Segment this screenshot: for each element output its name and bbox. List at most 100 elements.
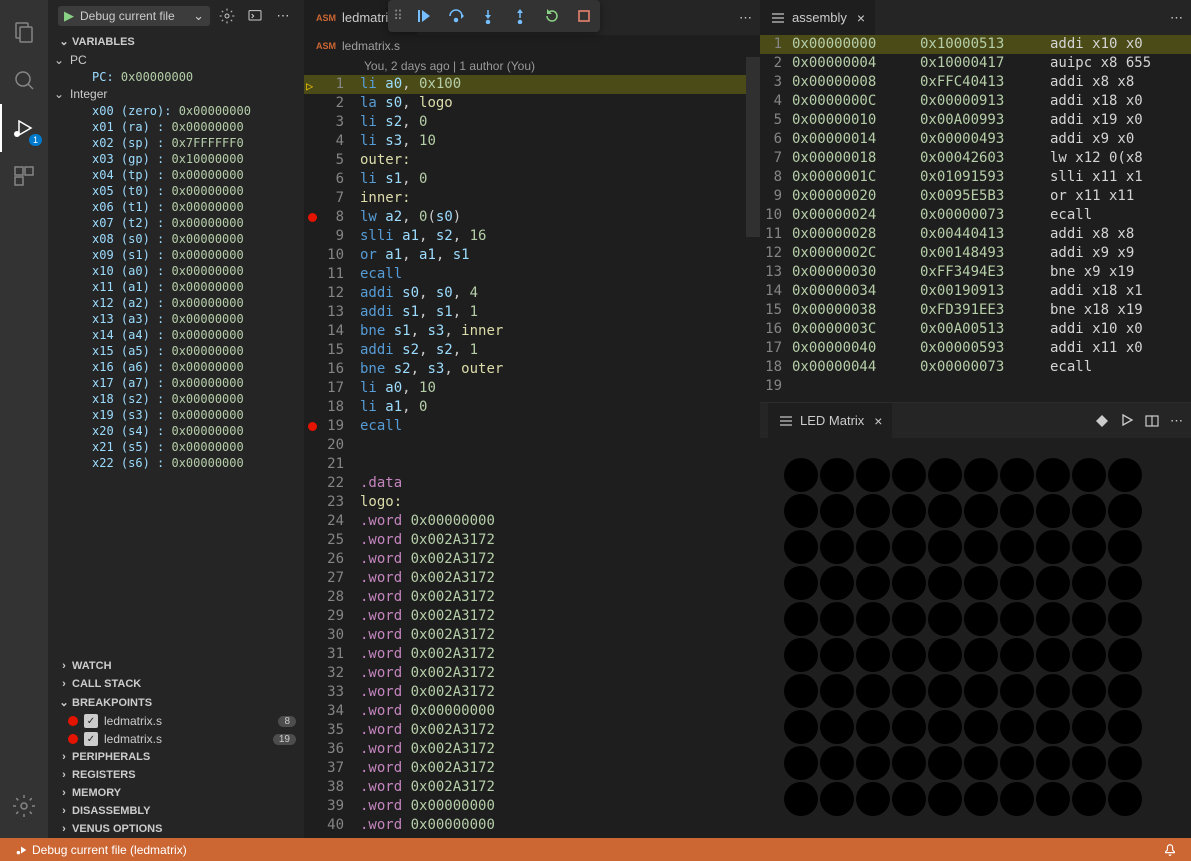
assembly-line[interactable]: 70x000000180x00042603lw x12 0(x8 — [760, 149, 1191, 168]
register-row[interactable]: x16 (a6) : 0x00000000 — [48, 359, 304, 375]
step-over-button[interactable] — [440, 0, 472, 32]
code-line[interactable]: 4li s3, 10 — [304, 132, 760, 151]
code-line[interactable]: 22.data — [304, 474, 760, 493]
register-row[interactable]: x21 (s5) : 0x00000000 — [48, 439, 304, 455]
minimap-slider[interactable] — [746, 57, 760, 237]
assembly-line[interactable]: 60x000000140x00000493addi x9 x0 — [760, 130, 1191, 149]
assembly-view[interactable]: 10x000000000x10000513addi x10 x020x00000… — [760, 35, 1191, 402]
code-line[interactable]: 23logo: — [304, 493, 760, 512]
code-line[interactable]: 18li a1, 0 — [304, 398, 760, 417]
search-activity[interactable] — [0, 56, 48, 104]
codelens-annotation[interactable]: You, 2 days ago | 1 author (You) — [304, 57, 760, 75]
code-line[interactable]: 27.word 0x002A3172 — [304, 569, 760, 588]
breakpoint-marker[interactable] — [308, 422, 317, 431]
register-row[interactable]: x14 (a4) : 0x00000000 — [48, 327, 304, 343]
assembly-line[interactable]: 150x000000380xFD391EE3bne x18 x19 — [760, 301, 1191, 320]
code-line[interactable]: 7inner: — [304, 189, 760, 208]
restart-button[interactable] — [536, 0, 568, 32]
register-row[interactable]: x06 (t1) : 0x00000000 — [48, 199, 304, 215]
settings-activity[interactable] — [0, 782, 48, 830]
more-icon[interactable]: ⋯ — [272, 8, 294, 24]
code-line[interactable]: 21 — [304, 455, 760, 474]
assembly-line[interactable]: 110x000000280x00440413addi x8 x8 — [760, 225, 1191, 244]
stop-button[interactable] — [568, 0, 600, 32]
assembly-actions[interactable]: ⋯ — [1162, 10, 1191, 26]
code-line[interactable]: 9slli a1, s2, 16 — [304, 227, 760, 246]
code-line[interactable]: 33.word 0x002A3172 — [304, 683, 760, 702]
code-line[interactable]: 19ecall — [304, 417, 760, 436]
code-line[interactable]: 34.word 0x00000000 — [304, 702, 760, 721]
checkbox-checked-icon[interactable]: ✓ — [84, 732, 98, 746]
code-line[interactable]: 12addi s0, s0, 4 — [304, 284, 760, 303]
register-row[interactable]: x20 (s4) : 0x00000000 — [48, 423, 304, 439]
disassembly-section[interactable]: ›DISASSEMBLY — [48, 802, 304, 820]
assembly-line[interactable]: 80x0000001C0x01091593slli x11 x1 — [760, 168, 1191, 187]
code-line[interactable]: 25.word 0x002A3172 — [304, 531, 760, 550]
more-icon[interactable]: ⋯ — [1170, 413, 1183, 429]
register-row[interactable]: x05 (t0) : 0x00000000 — [48, 183, 304, 199]
step-into-button[interactable] — [472, 0, 504, 32]
code-line[interactable]: 10or a1, a1, s1 — [304, 246, 760, 265]
memory-section[interactable]: ›MEMORY — [48, 784, 304, 802]
register-row[interactable]: x17 (a7) : 0x00000000 — [48, 375, 304, 391]
assembly-tab[interactable]: assembly × — [760, 0, 875, 35]
register-row[interactable]: x07 (t2) : 0x00000000 — [48, 215, 304, 231]
code-line[interactable]: 38.word 0x002A3172 — [304, 778, 760, 797]
register-row[interactable]: x09 (s1) : 0x00000000 — [48, 247, 304, 263]
assembly-line[interactable]: 40x0000000C0x00000913addi x18 x0 — [760, 92, 1191, 111]
minimap[interactable] — [746, 57, 760, 838]
pc-group[interactable]: ⌄PC — [48, 51, 304, 69]
breakpoints-section[interactable]: ⌄BREAKPOINTS — [48, 693, 304, 712]
register-row[interactable]: x03 (gp) : 0x10000000 — [48, 151, 304, 167]
register-row[interactable]: x19 (s3) : 0x00000000 — [48, 407, 304, 423]
pc-value-row[interactable]: PC: 0x00000000 — [48, 69, 304, 85]
code-line[interactable]: 13addi s1, s1, 1 — [304, 303, 760, 322]
venus-section[interactable]: ›VENUS OPTIONS — [48, 820, 304, 838]
code-line[interactable]: 36.word 0x002A3172 — [304, 740, 760, 759]
code-line[interactable]: 14bne s1, s3, inner — [304, 322, 760, 341]
code-line[interactable]: 39.word 0x00000000 — [304, 797, 760, 816]
code-line[interactable]: 1▷li a0, 0x100 — [304, 75, 760, 94]
register-row[interactable]: x00 (zero): 0x00000000 — [48, 103, 304, 119]
drag-handle-icon[interactable]: ⠿ — [388, 8, 408, 24]
code-line[interactable]: 37.word 0x002A3172 — [304, 759, 760, 778]
code-line[interactable]: 5outer: — [304, 151, 760, 170]
code-line[interactable]: 31.word 0x002A3172 — [304, 645, 760, 664]
assembly-line[interactable]: 160x0000003C0x00A00513addi x10 x0 — [760, 320, 1191, 339]
register-row[interactable]: x18 (s2) : 0x00000000 — [48, 391, 304, 407]
register-row[interactable]: x11 (a1) : 0x00000000 — [48, 279, 304, 295]
status-bell[interactable] — [1157, 843, 1183, 857]
status-debug[interactable]: Debug current file (ledmatrix) — [8, 843, 193, 857]
callstack-section[interactable]: ›CALL STACK — [48, 675, 304, 693]
register-row[interactable]: x02 (sp) : 0x7FFFFFF0 — [48, 135, 304, 151]
peripherals-section[interactable]: ›PERIPHERALS — [48, 748, 304, 766]
code-line[interactable]: 17li a0, 10 — [304, 379, 760, 398]
code-editor[interactable]: 1▷li a0, 0x1002la s0, logo3li s2, 04li s… — [304, 75, 760, 838]
code-line[interactable]: 24.word 0x00000000 — [304, 512, 760, 531]
assembly-line[interactable]: 140x000000340x00190913addi x18 x1 — [760, 282, 1191, 301]
code-line[interactable]: 16bne s2, s3, outer — [304, 360, 760, 379]
editor-actions[interactable]: ⋯ — [731, 10, 760, 26]
register-row[interactable]: x22 (s6) : 0x00000000 — [48, 455, 304, 471]
register-row[interactable]: x13 (a3) : 0x00000000 — [48, 311, 304, 327]
explorer-activity[interactable] — [0, 8, 48, 56]
code-line[interactable]: 20 — [304, 436, 760, 455]
code-line[interactable]: 2la s0, logo — [304, 94, 760, 113]
code-line[interactable]: 6li s1, 0 — [304, 170, 760, 189]
assembly-line[interactable]: 19 — [760, 377, 1191, 396]
assembly-line[interactable]: 90x000000200x0095E5B3or x11 x11 — [760, 187, 1191, 206]
assembly-line[interactable]: 30x000000080xFFC40413addi x8 x8 — [760, 73, 1191, 92]
code-line[interactable]: 29.word 0x002A3172 — [304, 607, 760, 626]
code-line[interactable]: 35.word 0x002A3172 — [304, 721, 760, 740]
watch-section[interactable]: ›WATCH — [48, 657, 304, 675]
register-row[interactable]: x15 (a5) : 0x00000000 — [48, 343, 304, 359]
assembly-line[interactable]: 180x000000440x00000073ecall — [760, 358, 1191, 377]
close-icon[interactable]: × — [874, 413, 882, 429]
register-row[interactable]: x08 (s0) : 0x00000000 — [48, 231, 304, 247]
assembly-line[interactable]: 100x000000240x00000073ecall — [760, 206, 1191, 225]
code-line[interactable]: 32.word 0x002A3172 — [304, 664, 760, 683]
code-line[interactable]: 15addi s2, s2, 1 — [304, 341, 760, 360]
register-row[interactable]: x12 (a2) : 0x00000000 — [48, 295, 304, 311]
extensions-activity[interactable] — [0, 152, 48, 200]
split-icon[interactable] — [1144, 413, 1160, 429]
